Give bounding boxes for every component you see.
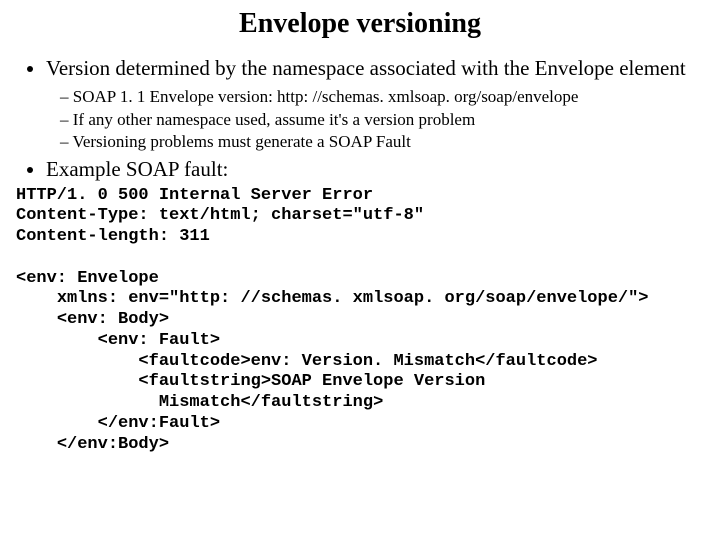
bullet-text: Version determined by the namespace asso…	[46, 56, 686, 80]
bullet-list: Version determined by the namespace asso…	[18, 56, 710, 182]
code-block: HTTP/1. 0 500 Internal Server Error Cont…	[16, 186, 710, 456]
sub-bullet-item: If any other namespace used, assume it's…	[60, 110, 710, 131]
slide: Envelope versioning Version determined b…	[0, 8, 720, 455]
sub-bullet-list: SOAP 1. 1 Envelope version: http: //sche…	[60, 87, 710, 153]
bullet-item: Example SOAP fault:	[46, 157, 710, 182]
sub-bullet-item: Versioning problems must generate a SOAP…	[60, 132, 710, 153]
slide-title: Envelope versioning	[10, 8, 710, 40]
bullet-item: Version determined by the namespace asso…	[46, 56, 710, 153]
sub-bullet-item: SOAP 1. 1 Envelope version: http: //sche…	[60, 87, 710, 108]
